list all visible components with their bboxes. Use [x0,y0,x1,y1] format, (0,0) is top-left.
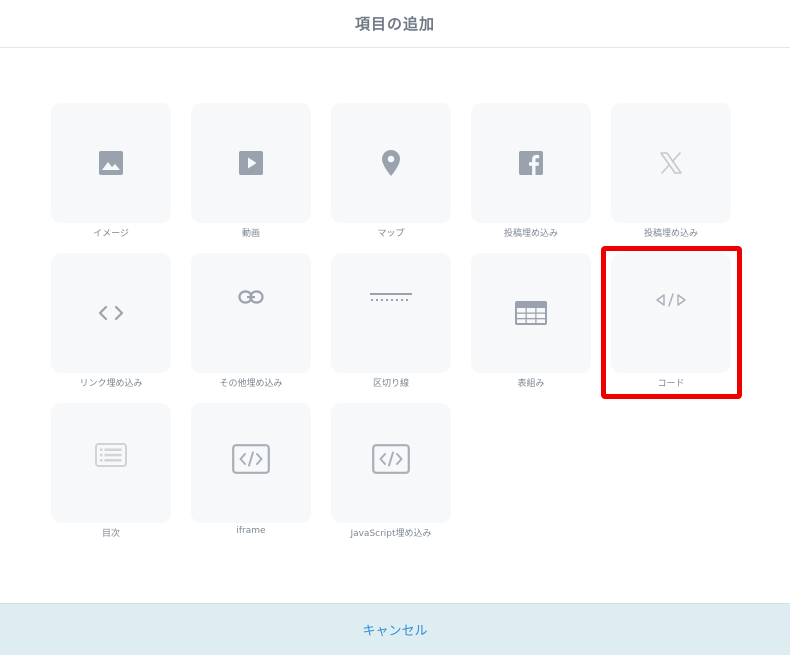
item-label: マップ [377,229,405,239]
item-tile[interactable] [51,403,171,523]
item-label: 目次 [101,529,120,539]
code-icon [656,293,686,307]
angle-brackets-icon [98,305,124,321]
map-pin-icon [382,150,400,176]
item-tile[interactable] [331,253,451,373]
x-logo-icon [660,152,682,174]
item-code[interactable]: コード [611,253,731,393]
item-link-embed[interactable]: リンク埋め込み [51,253,171,393]
item-facebook-embed[interactable]: 投稿埋め込み [471,103,591,243]
item-label: 投稿埋め込み [643,229,698,239]
cancel-button[interactable]: キャンセル [362,620,427,639]
item-table-of-contents[interactable]: 目次 [51,403,171,543]
item-video[interactable]: 動画 [191,103,311,243]
item-tile[interactable] [471,253,591,373]
item-divider[interactable]: 区切り線 [331,253,451,393]
item-other-embed[interactable]: その他埋め込み [191,253,311,393]
item-label: その他埋め込み [219,379,283,389]
item-table[interactable]: 表組み [471,253,591,393]
code-box-icon [232,444,270,474]
divider-line-icon [370,293,412,301]
item-tile[interactable] [331,403,451,523]
item-tile[interactable] [191,253,311,373]
table-icon [515,301,547,325]
item-iframe[interactable]: iframe [191,403,311,543]
image-icon [99,151,123,175]
video-play-icon [239,151,263,175]
item-tile[interactable] [471,103,591,223]
item-javascript-embed[interactable]: JavaScript埋め込み [331,403,451,543]
item-tile[interactable] [191,103,311,223]
item-label: 動画 [241,229,260,239]
item-tile[interactable] [331,103,451,223]
item-label: iframe [236,526,266,536]
code-box-icon [372,444,410,474]
table-of-contents-icon [95,443,127,467]
item-label: JavaScript埋め込み [350,529,432,539]
item-label: 表組み [517,379,545,389]
item-label: イメージ [93,229,129,239]
item-tile[interactable] [611,253,731,373]
item-tile[interactable] [191,403,311,523]
item-label: コード [657,379,685,389]
facebook-icon [519,151,543,175]
item-label: 区切り線 [372,379,409,389]
item-label: 投稿埋め込み [503,229,558,239]
item-x-embed[interactable]: 投稿埋め込み [611,103,731,243]
link-icon [238,290,264,304]
item-image[interactable]: イメージ [51,103,171,243]
item-label: リンク埋め込み [79,379,143,389]
item-tile[interactable] [611,103,731,223]
item-grid: イメージ 動画 マップ 投稿埋め込み 投稿埋め込み リンク埋め込み その他埋め込… [0,0,790,600]
item-tile[interactable] [51,103,171,223]
modal-footer: キャンセル [0,603,790,655]
item-tile[interactable] [51,253,171,373]
item-map[interactable]: マップ [331,103,451,243]
